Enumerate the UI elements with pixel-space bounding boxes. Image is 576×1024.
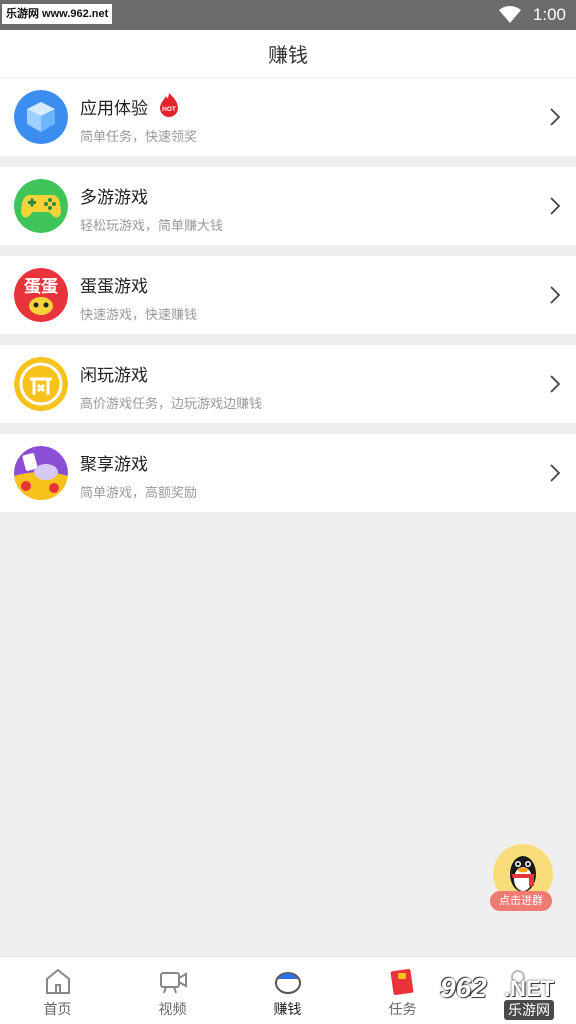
item-subtitle: 简单任务，快速领奖 [80, 130, 198, 145]
item-title: 聚享游戏 [80, 455, 148, 475]
list-item-xianwan[interactable]: 闲玩游戏 高价游戏任务，边玩游戏边赚钱 [0, 345, 576, 423]
item-subtitle: 高价游戏任务，边玩游戏边赚钱 [80, 397, 263, 412]
video-icon [160, 972, 187, 994]
status-bar: 乐游网 www.962.net 1:00 [0, 0, 576, 30]
site-watermark: 962 .NET 乐游网 [436, 972, 572, 1020]
status-right: 1:00 [498, 0, 566, 30]
item-title: 应用体验 [80, 99, 148, 119]
item-subtitle: 快速游戏，快速赚钱 [80, 308, 198, 323]
item-title: 多游游戏 [80, 188, 148, 208]
chevron-right-icon [550, 464, 560, 482]
egg-game-icon: 蛋蛋 [14, 268, 68, 322]
item-subtitle: 轻松玩游戏，简单赚大钱 [80, 219, 224, 234]
item-title: 闲玩游戏 [80, 366, 148, 386]
page-title: 赚钱 [268, 43, 308, 67]
watermark-net: .NET [504, 976, 555, 1001]
list-item-app-experience[interactable]: 应用体验 HOT 简单任务，快速领奖 [0, 78, 576, 156]
status-time: 1:00 [532, 5, 566, 24]
xianwan-icon [14, 357, 68, 411]
chevron-right-icon [550, 197, 560, 215]
home-icon [46, 968, 70, 994]
chevron-right-icon [550, 375, 560, 393]
tab-label: 视频 [158, 1002, 187, 1018]
hot-badge-icon: HOT [160, 93, 178, 117]
chevron-right-icon [550, 286, 560, 304]
tab-earn[interactable]: 赚钱 [230, 957, 345, 1024]
join-group-button[interactable]: 点击进群 [490, 844, 554, 912]
watermark-number: 962 [440, 972, 487, 1003]
wifi-icon [498, 6, 521, 23]
join-group-label: 点击进群 [490, 891, 552, 911]
watermark-cn: 乐游网 [504, 1000, 554, 1020]
page-header: 赚钱 [0, 30, 576, 78]
juxiang-icon [14, 446, 68, 500]
item-title: 蛋蛋游戏 [80, 277, 148, 297]
watermark-label: 乐游网 www.962.net [2, 4, 113, 24]
gamepad-icon [14, 179, 68, 233]
item-subtitle: 简单游戏，高额奖励 [80, 486, 198, 501]
tab-video[interactable]: 视频 [115, 957, 230, 1024]
chevron-right-icon [550, 108, 560, 126]
tab-label: 首页 [43, 1002, 72, 1018]
tab-label: 赚钱 [273, 1002, 302, 1018]
earn-icon [275, 972, 301, 994]
task-icon [390, 968, 414, 995]
app-experience-icon [14, 90, 68, 144]
list-item-duoyou[interactable]: 多游游戏 轻松玩游戏，简单赚大钱 [0, 167, 576, 245]
list-item-dandan[interactable]: 蛋蛋 蛋蛋游戏 快速游戏，快速赚钱 [0, 256, 576, 334]
egg-game-icon-text: 蛋蛋 [24, 277, 58, 297]
hot-badge-text: HOT [162, 106, 176, 113]
tab-home[interactable]: 首页 [0, 957, 115, 1024]
list-item-juxiang[interactable]: 聚享游戏 简单游戏，高额奖励 [0, 434, 576, 512]
